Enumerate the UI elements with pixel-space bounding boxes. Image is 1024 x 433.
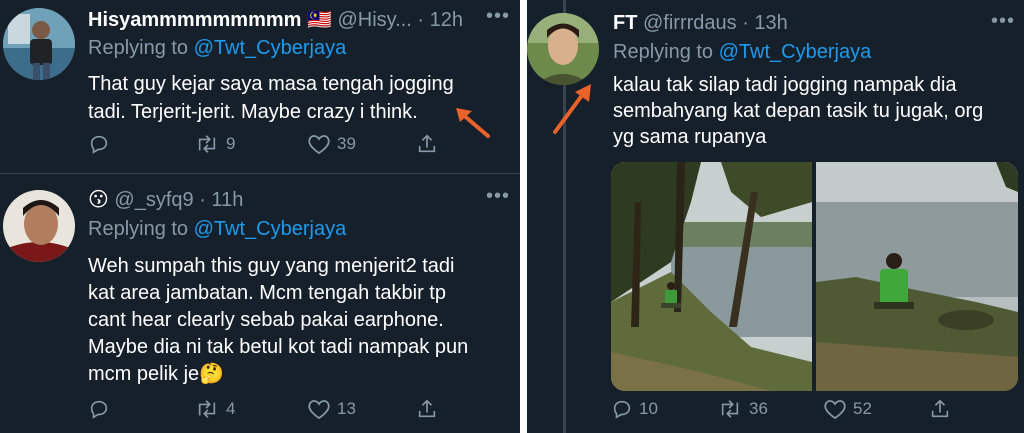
retweet-button[interactable]: 4: [194, 398, 235, 420]
timestamp[interactable]: · 11h: [199, 189, 243, 211]
tweet-text-line: sembahyang kat depan tasik tu jugak, org: [613, 100, 984, 122]
like-button[interactable]: 39: [307, 133, 356, 155]
share-button[interactable]: [416, 133, 438, 155]
tweet-text-line: yg sama rupanya: [613, 126, 767, 148]
timestamp[interactable]: · 13h: [742, 12, 788, 34]
more-icon[interactable]: •••: [486, 5, 510, 28]
handle[interactable]: @Hisy...: [337, 9, 411, 31]
timestamp[interactable]: · 12h: [417, 9, 463, 31]
reply-icon: [90, 400, 108, 419]
tweet-actions: 4 13: [88, 398, 508, 428]
share-button[interactable]: [929, 398, 951, 420]
mention-link[interactable]: @Twt_Cyberjaya: [194, 218, 347, 240]
tweet-header: FT @firrrdaus · 13h: [613, 12, 788, 35]
share-icon: [418, 399, 436, 418]
share-button[interactable]: [416, 398, 438, 420]
reply-button[interactable]: 10: [611, 398, 658, 420]
share-icon: [418, 134, 436, 153]
replying-label: Replying to: [88, 218, 189, 240]
tweet-text-line: tadi. Terjerit-jerit. Maybe crazy i thin…: [88, 101, 418, 123]
tweet-header: 😗 @_syfq9 · 11h: [88, 187, 243, 212]
avatar[interactable]: [3, 190, 75, 262]
tweet-text: kalau tak silap tadi jogging nampak dia …: [613, 72, 1018, 150]
media-photo-2[interactable]: [816, 162, 1018, 391]
replying-label: Replying to: [88, 37, 189, 59]
retweet-button[interactable]: 36: [717, 398, 768, 420]
tweet-text-line: Maybe dia ni tak betul kot tadi nampak p…: [88, 336, 469, 358]
retweet-count: 36: [749, 399, 768, 418]
like-icon: [308, 400, 330, 420]
tweet-actions: 9 39: [88, 133, 508, 163]
avatar[interactable]: [3, 8, 75, 80]
retweet-icon: [198, 135, 216, 153]
display-name[interactable]: FT: [613, 12, 637, 34]
left-thread-panel: Hisyammmmmmmmm 🇲🇾 @Hisy... · 12h ••• Rep…: [0, 0, 520, 433]
reply-button[interactable]: [88, 133, 110, 155]
retweet-count: 4: [226, 399, 236, 418]
display-name[interactable]: Hisyammmmmmmmm: [88, 9, 301, 31]
more-icon[interactable]: •••: [991, 10, 1015, 33]
like-button[interactable]: 13: [307, 398, 356, 420]
mention-link[interactable]: @Twt_Cyberjaya: [719, 41, 872, 63]
tweet-syfq9[interactable]: 😗 @_syfq9 · 11h ••• Replying to @Twt_Cyb…: [0, 174, 520, 433]
like-count: 52: [853, 399, 872, 418]
annotation-arrow: [553, 84, 591, 134]
thread-line: [563, 84, 566, 433]
retweet-count: 9: [226, 134, 236, 153]
tweet-text-line: kalau tak silap tadi jogging nampak dia: [613, 74, 957, 96]
retweet-icon: [198, 400, 216, 418]
share-icon: [931, 399, 949, 418]
display-name-emoji[interactable]: 😗: [88, 189, 109, 211]
mention-link[interactable]: @Twt_Cyberjaya: [194, 37, 347, 59]
like-count: 13: [337, 399, 356, 418]
right-thread-panel: FT @firrrdaus · 13h ••• Replying to @Twt…: [527, 0, 1024, 433]
avatar[interactable]: [527, 13, 599, 85]
tweet-hisyam[interactable]: Hisyammmmmmmmm 🇲🇾 @Hisy... · 12h ••• Rep…: [0, 0, 520, 173]
reply-icon: [90, 135, 108, 154]
tweet-actions: 10 36 52: [611, 398, 1018, 428]
tweet-text: That guy kejar saya masa tengah jogging …: [88, 70, 508, 126]
retweet-icon: [721, 400, 739, 418]
like-icon: [824, 400, 846, 420]
reply-icon: [613, 400, 631, 419]
reply-count: 10: [639, 399, 658, 418]
more-icon[interactable]: •••: [486, 185, 510, 208]
like-count: 39: [337, 134, 356, 153]
tweet-text-line: cant hear clearly sebab pakai earphone.: [88, 309, 444, 331]
handle[interactable]: @_syfq9: [114, 189, 193, 211]
tweet-text-line: Weh sumpah this guy yang menjerit2 tadi: [88, 255, 455, 277]
tweet-text-line: mcm pelik je🤔: [88, 363, 225, 385]
tweet-text: Weh sumpah this guy yang menjerit2 tadi …: [88, 253, 513, 388]
replying-to: Replying to @Twt_Cyberjaya: [88, 37, 346, 60]
replying-to: Replying to @Twt_Cyberjaya: [88, 218, 346, 241]
tweet-media[interactable]: [611, 162, 1018, 391]
tweet-text-line: kat area jambatan. Mcm tengah takbir tp: [88, 282, 446, 304]
replying-label: Replying to: [613, 41, 714, 63]
handle[interactable]: @firrrdaus: [643, 12, 737, 34]
panel-separator: [520, 0, 527, 433]
flag-emoji: 🇲🇾: [306, 9, 332, 31]
annotation-arrow: [456, 108, 490, 138]
reply-button[interactable]: [88, 398, 110, 420]
media-photo-1[interactable]: [611, 162, 812, 391]
tweet-text-line: That guy kejar saya masa tengah jogging: [88, 73, 454, 95]
replying-to: Replying to @Twt_Cyberjaya: [613, 41, 871, 64]
like-button[interactable]: 52: [823, 398, 872, 420]
like-icon: [308, 135, 330, 155]
tweet-header: Hisyammmmmmmmm 🇲🇾 @Hisy... · 12h: [88, 7, 463, 32]
retweet-button[interactable]: 9: [194, 133, 235, 155]
